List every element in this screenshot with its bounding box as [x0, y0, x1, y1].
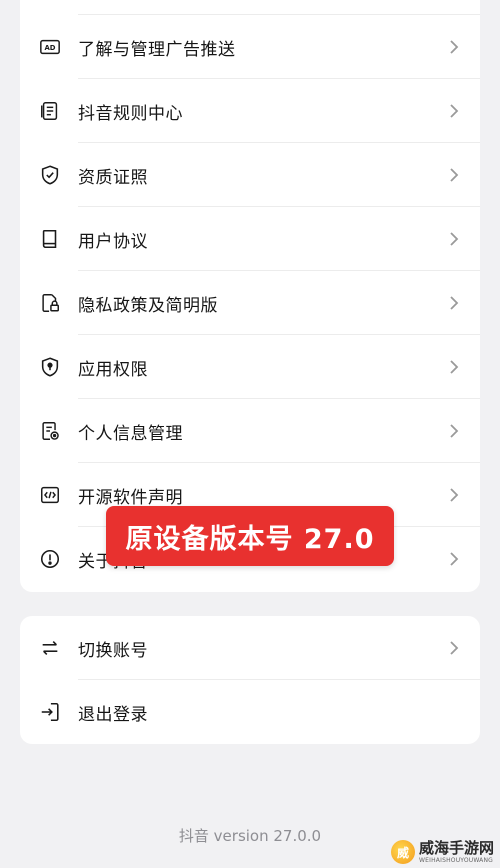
chevron-right-icon: [448, 167, 460, 183]
settings-item-label: 了解与管理广告推送: [78, 39, 236, 60]
chevron-right-icon: [448, 39, 460, 55]
chevron-right-icon: [448, 551, 460, 567]
code-icon: [38, 483, 62, 507]
settings-item-label: 个人信息管理: [78, 423, 183, 444]
settings-item-label: 应用权限: [78, 359, 148, 380]
settings-item-label: 开源软件声明: [78, 487, 183, 508]
settings-item-label: 用户协议: [78, 231, 148, 252]
settings-item-ad-management[interactable]: AD 了解与管理广告推送: [20, 15, 480, 79]
logout-icon: [38, 700, 62, 724]
chevron-right-icon: [448, 231, 460, 247]
settings-item-user-agreement[interactable]: 用户协议: [20, 207, 480, 271]
info-icon: [38, 547, 62, 571]
privacy-lock-icon: [38, 291, 62, 315]
chevron-right-icon: [448, 640, 460, 656]
chevron-right-icon: [448, 103, 460, 119]
watermark-text: 威海手游网 WEIHAISHOUYOUWANG: [418, 838, 494, 864]
personal-info-icon: [38, 419, 62, 443]
switch-account-button[interactable]: 切换账号: [20, 616, 480, 680]
version-overlay-banner: 原设备版本号 27.0: [106, 506, 394, 566]
switch-arrows-icon: [38, 636, 62, 660]
settings-card: AD 了解与管理广告推送 抖音规则中心 资质证照 用户协议 隐私政策及简明版 应…: [20, 0, 480, 592]
settings-item-label: 隐私政策及简明版: [78, 295, 218, 316]
document-list-icon: [38, 99, 62, 123]
ad-icon: AD: [38, 35, 62, 59]
chevron-right-icon: [448, 295, 460, 311]
settings-item-personal-info[interactable]: 个人信息管理: [20, 399, 480, 463]
settings-item-privacy-policy[interactable]: 隐私政策及简明版: [20, 271, 480, 335]
logout-label: 退出登录: [78, 704, 148, 725]
settings-item-label: 资质证照: [78, 167, 148, 188]
watermark-url: WEIHAISHOUYOUWANG: [418, 856, 493, 864]
watermark-name: 威海手游网: [418, 838, 494, 857]
settings-item-app-permissions[interactable]: 应用权限: [20, 335, 480, 399]
shield-check-icon: [38, 163, 62, 187]
svg-text:AD: AD: [44, 44, 55, 52]
book-icon: [38, 227, 62, 251]
switch-account-label: 切换账号: [78, 640, 148, 661]
watermark-logo-icon: 威: [390, 840, 415, 864]
shield-keyhole-icon: [38, 355, 62, 379]
settings-item-qualifications[interactable]: 资质证照: [20, 143, 480, 207]
site-watermark: 威 威海手游网 WEIHAISHOUYOUWANG: [390, 838, 494, 864]
settings-item-rules-center[interactable]: 抖音规则中心: [20, 79, 480, 143]
chevron-right-icon: [448, 423, 460, 439]
settings-item-label: 抖音规则中心: [78, 103, 183, 124]
chevron-right-icon: [448, 359, 460, 375]
account-card: 切换账号 退出登录: [20, 616, 480, 744]
chevron-right-icon: [448, 487, 460, 503]
logout-button[interactable]: 退出登录: [20, 680, 480, 744]
